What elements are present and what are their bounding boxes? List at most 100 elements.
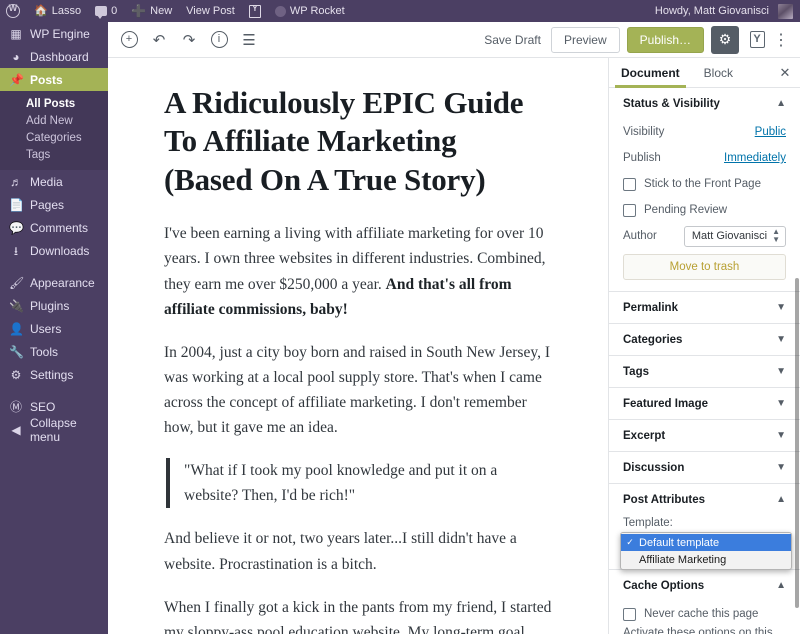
admin-bar-wp-rocket[interactable]: WP Rocket [268, 0, 352, 22]
panel-header-excerpt[interactable]: Excerpt ▼ [609, 420, 800, 451]
sidebar-item-tools[interactable]: 🔧 Tools [0, 340, 108, 363]
admin-bar-comments[interactable]: 0 [88, 0, 124, 22]
never-cache-row[interactable]: Never cache this page [623, 601, 786, 627]
wordpress-logo-menu[interactable] [0, 0, 27, 22]
tab-block[interactable]: Block [692, 58, 745, 87]
admin-bar-new[interactable]: ➕ New [124, 0, 179, 22]
dropdown-option-default-template[interactable]: ✓ Default template [621, 534, 791, 551]
sidebar-item-settings[interactable]: ⚙ Settings [0, 363, 108, 386]
chevron-down-icon: ▼ [776, 430, 786, 441]
wordpress-editor-screen: 🏠 Lasso 0 ➕ New View Post WP Rocket Howd… [0, 0, 800, 634]
sidebar-item-users[interactable]: 👤 Users [0, 317, 108, 340]
panel-header-post-attributes[interactable]: Post Attributes ▲ [609, 484, 800, 515]
settings-scrollbar-track[interactable] [795, 58, 800, 634]
settings-scrollbar-thumb[interactable] [795, 278, 799, 608]
sidebar-item-downloads[interactable]: ⭳ Downloads [0, 239, 108, 262]
settings-gear-button[interactable]: ⚙ [711, 25, 739, 54]
panel-header-cache-options[interactable]: Cache Options ▲ [609, 570, 800, 601]
dropdown-option-affiliate-marketing[interactable]: Affiliate Marketing [621, 551, 791, 568]
chevron-down-icon: ▼ [776, 366, 786, 377]
document-settings-sidebar: Document Block ✕ Status & Visibility ▲ V… [608, 58, 800, 634]
admin-bar-site-name[interactable]: 🏠 Lasso [27, 0, 88, 22]
paragraph-block[interactable]: And believe it or not, two years later..… [164, 526, 552, 576]
sticky-checkbox[interactable] [623, 177, 636, 191]
plus-icon: + [120, 31, 138, 48]
publish-date-row: Publish Immediately [623, 145, 786, 171]
yoast-icon [749, 31, 765, 48]
preview-button[interactable]: Preview [550, 26, 620, 53]
sidebar-item-media[interactable]: ♬ Media [0, 170, 108, 193]
publish-button[interactable]: Publish… [626, 26, 704, 53]
sidebar-collapse-menu[interactable]: ◀ Collapse menu [0, 416, 108, 444]
panel-header-status-visibility[interactable]: Status & Visibility ▲ [609, 88, 800, 119]
quote-block[interactable]: "What if I took my pool knowledge and pu… [166, 458, 552, 509]
chevron-up-icon: ▲ [776, 98, 786, 109]
panel-header-tags[interactable]: Tags ▼ [609, 356, 800, 387]
paragraph-block[interactable]: I've been earning a living with affiliat… [164, 221, 552, 321]
author-select[interactable]: Matt Giovanisci ▲ ▼ [683, 225, 786, 247]
post-title[interactable]: A Ridiculously EPIC Guide To Affiliate M… [164, 84, 552, 199]
add-block-button[interactable]: + [114, 25, 144, 55]
visibility-row: Visibility Public [623, 119, 786, 145]
editor-canvas[interactable]: A Ridiculously EPIC Guide To Affiliate M… [108, 58, 608, 634]
media-icon: ♬ [10, 174, 22, 189]
admin-bar-account[interactable]: Howdy, Matt Giovanisci [648, 0, 800, 22]
visibility-value-link[interactable]: Public [755, 126, 786, 138]
save-draft-button[interactable]: Save Draft [474, 25, 551, 55]
settings-tablist: Document Block ✕ [609, 58, 800, 88]
sticky-checkbox-row[interactable]: Stick to the Front Page [623, 171, 786, 197]
yoast-sidebar-button[interactable] [744, 26, 770, 54]
pending-checkbox-row[interactable]: Pending Review [623, 197, 786, 223]
panel-header-categories[interactable]: Categories ▼ [609, 324, 800, 355]
undo-button[interactable]: ↶ [144, 25, 174, 55]
sidebar-item-comments[interactable]: 💬 Comments [0, 216, 108, 239]
admin-bar-yoast[interactable] [242, 0, 268, 22]
quote-text: "What if I took my pool knowledge and pu… [184, 462, 498, 505]
sidebar-item-pages[interactable]: 📄 Pages [0, 193, 108, 216]
visibility-label: Visibility [623, 126, 665, 138]
sidebar-item-posts[interactable]: 📌 Posts [0, 68, 108, 91]
sidebar-item-add-new[interactable]: Add New [0, 112, 108, 129]
never-cache-checkbox[interactable] [623, 607, 636, 621]
sidebar-item-appearance[interactable]: 🖌 Appearance [0, 271, 108, 294]
content-info-button[interactable]: i [204, 25, 234, 55]
sidebar-item-dashboard[interactable]: ◕ Dashboard [0, 45, 108, 68]
comments-icon: 💬 [9, 220, 24, 235]
sidebar-item-categories[interactable]: Categories [0, 129, 108, 146]
sidebar-item-all-posts[interactable]: All Posts [0, 95, 108, 112]
check-icon: ✓ [626, 537, 634, 547]
admin-bar-wp-rocket-label: WP Rocket [289, 5, 345, 17]
sidebar-item-tags[interactable]: Tags [0, 146, 108, 163]
sidebar-item-label: Users [30, 321, 62, 336]
panel-header-featured-image[interactable]: Featured Image ▼ [609, 388, 800, 419]
block-navigation-button[interactable]: ☰ [234, 25, 264, 55]
sidebar-item-label: Media [30, 174, 63, 189]
panel-header-permalink[interactable]: Permalink ▼ [609, 292, 800, 323]
paragraph-block[interactable]: When I finally got a kick in the pants f… [164, 595, 552, 634]
tab-document[interactable]: Document [609, 58, 692, 88]
publish-value-link[interactable]: Immediately [724, 152, 786, 164]
sidebar-item-label: Comments [30, 220, 89, 235]
downloads-icon: ⭳ [13, 243, 19, 258]
post-body: I've been earning a living with affiliat… [164, 221, 552, 634]
chevron-down-icon: ▼ [776, 398, 786, 409]
admin-bar-view-post[interactable]: View Post [179, 0, 242, 22]
chevron-down-icon: ▼ [776, 334, 786, 345]
dashboard-icon: ◕ [12, 49, 20, 64]
sidebar-divider [0, 262, 108, 271]
sidebar-item-label: Tools [30, 344, 59, 359]
avatar [778, 3, 793, 19]
pending-review-checkbox[interactable] [623, 203, 636, 217]
panel-header-discussion[interactable]: Discussion ▼ [609, 452, 800, 483]
redo-button[interactable]: ↷ [174, 25, 204, 55]
panel-tags: Tags ▼ [609, 356, 800, 388]
select-arrows-icon: ▲ ▼ [772, 227, 780, 244]
sidebar-item-label: Posts [30, 72, 63, 87]
panel-excerpt: Excerpt ▼ [609, 420, 800, 452]
sidebar-item-plugins[interactable]: 🔌 Plugins [0, 294, 108, 317]
sidebar-item-wp-engine[interactable]: ▦ WP Engine [0, 22, 108, 45]
move-to-trash-button[interactable]: Move to trash [623, 254, 786, 280]
more-options-button[interactable]: ⋮ [770, 26, 792, 54]
template-dropdown-menu[interactable]: ✓ Default template Affiliate Marketing [620, 532, 792, 570]
paragraph-block[interactable]: In 2004, just a city boy born and raised… [164, 340, 552, 440]
